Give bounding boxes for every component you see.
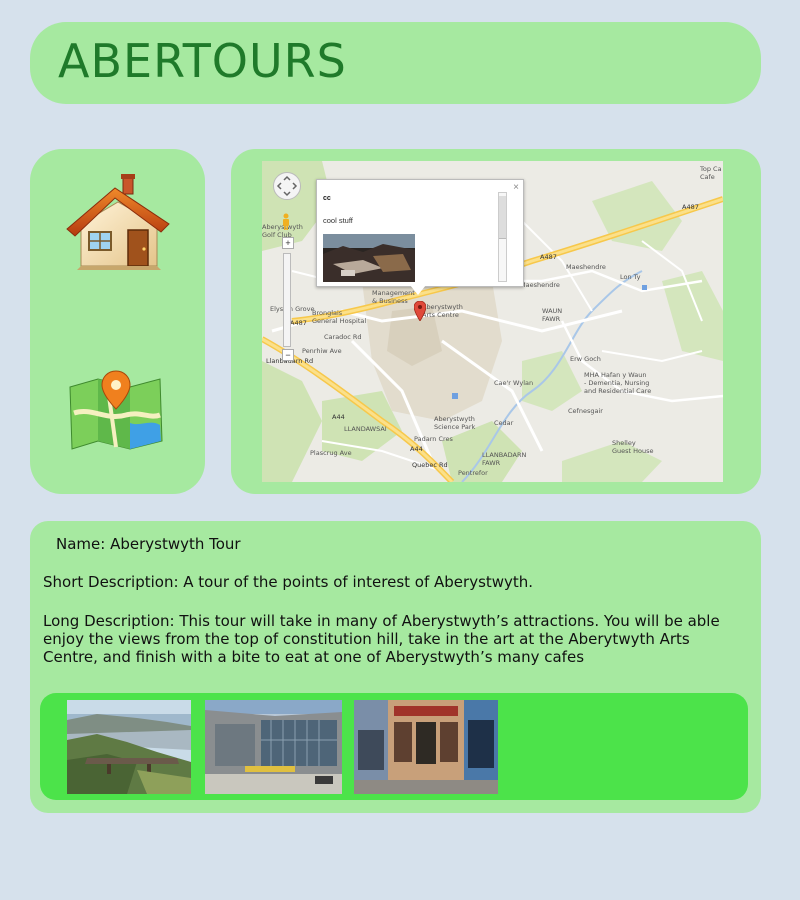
map-label-maeshendre: Maeshendre xyxy=(566,263,606,271)
gallery-photo-cafe[interactable] xyxy=(354,700,498,794)
zoom-slider[interactable] xyxy=(283,253,291,347)
map-label-llanbadarn: LLANBADARN FAWR xyxy=(482,451,527,467)
map-label-bronglais: Bronglais General Hospital xyxy=(312,309,367,325)
gallery-photo-arts-centre[interactable] xyxy=(205,700,342,794)
house-icon xyxy=(66,174,170,270)
gallery-photo-constitution-hill[interactable] xyxy=(67,700,191,794)
map-button[interactable] xyxy=(68,369,164,455)
photo-gallery xyxy=(40,693,748,800)
constitution-hill-photo xyxy=(67,700,191,794)
pan-arrows-icon xyxy=(276,175,298,197)
map-label-management: Management & Business xyxy=(372,289,415,305)
map-label-cedar: Cedar xyxy=(494,419,514,427)
road-label-quebec: Quebec Rd xyxy=(412,461,448,469)
tour-short-description: Short Description: A tour of the points … xyxy=(43,573,534,591)
map-label-cae-wylan: Cae'r Wylan xyxy=(494,379,534,387)
tour-name: Name: Aberystwyth Tour xyxy=(56,535,241,553)
map-label-padarn: Padarn Cres xyxy=(414,435,453,443)
map-label-lon-ty: Lon Ty xyxy=(620,273,641,281)
map-label-penrhiw: Penrhiw Ave xyxy=(302,347,342,355)
site-title: ABERTOURS xyxy=(58,34,347,88)
tour-details-panel: Name: Aberystwyth Tour Short Description… xyxy=(30,521,761,813)
map-label-erw-goch: Erw Goch xyxy=(570,355,601,363)
map-label-caradoc: Caradoc Rd xyxy=(324,333,362,341)
map-panel: Top Ca Cafe Aberystwyth Golf Club Manageme… xyxy=(231,149,761,494)
map-label-science-park: Aberystwyth Science Park xyxy=(434,415,476,431)
road-label-a44-2: A44 xyxy=(410,445,423,453)
map-label-plascrug: Plascrug Ave xyxy=(310,449,352,457)
road-label-a487-left: A487 xyxy=(290,319,307,327)
map-view[interactable]: Top Ca Cafe Aberystwyth Golf Club Manageme… xyxy=(262,161,723,482)
info-window-close-button[interactable]: × xyxy=(513,182,519,193)
pegman-icon[interactable] xyxy=(281,213,291,231)
map-info-window: cc cool stuff × xyxy=(316,179,524,287)
zoom-in-button[interactable]: + xyxy=(282,237,294,249)
map-label-cefnesgair: Cefnesgair xyxy=(568,407,603,415)
map-label-llandawsai: LLANDAWSAI xyxy=(344,425,387,433)
header-banner: ABERTOURS xyxy=(30,22,761,104)
info-window-pointer xyxy=(410,285,426,295)
map-label-shelley: Shelley Guest House xyxy=(612,439,654,455)
map-label-waun-fawr: WAUN FAWR xyxy=(542,307,563,323)
info-window-text: cool stuff xyxy=(323,216,353,225)
nav-panel xyxy=(30,149,205,494)
scrollbar-thumb[interactable] xyxy=(499,196,506,239)
tour-long-description: Long Description: This tour will take in… xyxy=(43,612,720,666)
map-label-maeshendre-2: Maeshendre xyxy=(520,281,560,289)
arts-centre-photo xyxy=(205,700,342,794)
map-label-elysian: Elysian Grove xyxy=(270,305,315,313)
info-window-title: cc xyxy=(323,195,331,202)
road-label-a487-mid: A487 xyxy=(540,253,557,261)
folded-map-pin-icon xyxy=(69,370,163,450)
map-label-arts-centre: Aberystwyth Arts Centre xyxy=(422,303,463,319)
map-label-mha: MHA Hafan y Waun - Dementia, Nursing and R… xyxy=(584,371,652,395)
map-label-top-cafe: Top Ca Cafe xyxy=(700,165,722,181)
road-label-a44-1: A44 xyxy=(332,413,345,421)
info-window-scrollbar[interactable] xyxy=(498,192,507,282)
zoom-out-button[interactable]: − xyxy=(282,349,294,361)
map-label-pentre: Pentrefor xyxy=(458,469,488,477)
road-label-a487-top: A487 xyxy=(682,203,699,211)
info-window-photo xyxy=(323,234,415,282)
map-marker-icon[interactable] xyxy=(414,301,426,321)
map-pan-control[interactable] xyxy=(273,172,301,200)
home-button[interactable] xyxy=(65,174,171,274)
cafe-photo xyxy=(354,700,498,794)
